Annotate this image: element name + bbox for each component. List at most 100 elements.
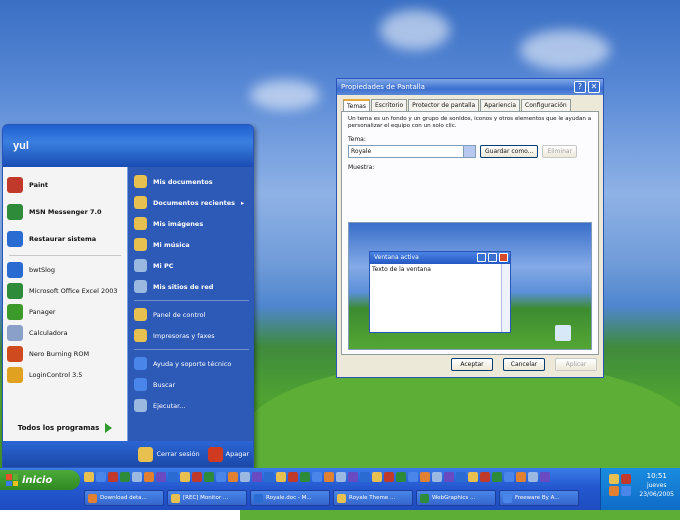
quick-launch-icon[interactable] (444, 472, 454, 482)
quick-launch-icon[interactable] (240, 472, 250, 482)
separator (9, 255, 121, 256)
start-menu-place-item[interactable]: Ayuda y soporte técnico (128, 353, 253, 374)
quick-launch-icon[interactable] (264, 472, 274, 482)
quick-launch-icon[interactable] (276, 472, 286, 482)
quick-launch-icon[interactable] (324, 472, 334, 482)
theme-select[interactable]: Royale (348, 145, 476, 158)
item-label: Paint (29, 180, 48, 189)
apply-button[interactable]: Aplicar (555, 358, 597, 371)
logoff-button[interactable]: Cerrar sesión (138, 446, 200, 462)
quick-launch-icon[interactable] (336, 472, 346, 482)
quick-launch-icon[interactable] (384, 472, 394, 482)
start-button[interactable]: inicio (0, 470, 80, 490)
tab-4[interactable]: Configuración (521, 99, 571, 111)
calculator-icon (7, 324, 23, 341)
start-menu-place-item[interactable]: Documentos recientes ▸ (128, 192, 253, 213)
tray-icon[interactable] (621, 474, 631, 484)
quick-launch-icon[interactable] (120, 472, 130, 482)
start-menu-recent-item[interactable]: bwtSlog (3, 259, 127, 280)
quick-launch-icon[interactable] (348, 472, 358, 482)
start-menu-place-item[interactable]: Mis sitios de red (128, 276, 253, 297)
quick-launch-icon[interactable] (516, 472, 526, 482)
taskbar-button[interactable]: WebGraphics ... (416, 490, 496, 506)
shutdown-button[interactable]: Apagar (207, 446, 249, 462)
ok-button[interactable]: Aceptar (451, 358, 493, 371)
delete-button[interactable]: Eliminar (542, 145, 578, 158)
item-label: LoginControl 3.5 (29, 370, 83, 379)
start-menu-place-item[interactable]: Mis documentos (128, 171, 253, 192)
start-menu-recent-item[interactable]: LoginControl 3.5 (3, 364, 127, 385)
start-menu-recent-item[interactable]: Calculadora (3, 322, 127, 343)
quick-launch-icon[interactable] (180, 472, 190, 482)
start-menu-place-item[interactable]: Mis imágenes (128, 213, 253, 234)
quick-launch-icon[interactable] (108, 472, 118, 482)
clock[interactable]: 10:51 jueves 23/06/2005 (639, 472, 674, 499)
item-label: Impresoras y faxes (153, 331, 215, 340)
quick-launch-icon[interactable] (288, 472, 298, 482)
taskbar-button[interactable]: Download deta... (84, 490, 164, 506)
start-menu-pinned-item[interactable]: Restaurar sistema (3, 225, 127, 252)
taskbar-button[interactable]: [REC] Monitor ... (167, 490, 247, 506)
start-menu-recent-item[interactable]: Panager (3, 301, 127, 322)
tab-3[interactable]: Apariencia (480, 99, 521, 111)
quick-launch-icon[interactable] (96, 472, 106, 482)
quick-launch-icon[interactable] (396, 472, 406, 482)
system-tray: 10:51 jueves 23/06/2005 (600, 468, 680, 510)
start-menu-place-item[interactable]: Impresoras y faxes (128, 325, 253, 346)
quick-launch-icon[interactable] (312, 472, 322, 482)
start-menu-pinned-item[interactable]: Paint (3, 171, 127, 198)
quick-launch-icon[interactable] (432, 472, 442, 482)
quick-launch-icon[interactable] (360, 472, 370, 482)
quick-launch-icon[interactable] (456, 472, 466, 482)
quick-launch-icon[interactable] (204, 472, 214, 482)
quick-launch-icon[interactable] (480, 472, 490, 482)
clock-day: jueves (646, 482, 667, 489)
quick-launch-icon[interactable] (156, 472, 166, 482)
start-menu-place-item[interactable]: Mi PC (128, 255, 253, 276)
taskbar-button[interactable]: Royale Theme ... (333, 490, 413, 506)
tray-icon[interactable] (609, 486, 619, 496)
taskbar-button[interactable]: Freeware By A... (499, 490, 579, 506)
quick-launch-icon[interactable] (540, 472, 550, 482)
tab-1[interactable]: Escritorio (370, 99, 408, 111)
quick-launch-icon[interactable] (504, 472, 514, 482)
save-as-button[interactable]: Guardar como... (480, 145, 539, 158)
quick-launch-icon[interactable] (216, 472, 226, 482)
quick-launch-icon[interactable] (300, 472, 310, 482)
tab-2[interactable]: Protector de pantalla (408, 99, 480, 111)
quick-launch-icon[interactable] (420, 472, 430, 482)
quick-launch-icon[interactable] (144, 472, 154, 482)
quick-launch-icon[interactable] (168, 472, 178, 482)
start-menu-place-item[interactable]: Panel de control (128, 304, 253, 325)
cancel-button[interactable]: Cancelar (503, 358, 545, 371)
quick-launch-icon[interactable] (528, 472, 538, 482)
all-programs-button[interactable]: Todos los programas (3, 417, 127, 439)
quick-launch-icon[interactable] (408, 472, 418, 482)
quick-launch-icon[interactable] (228, 472, 238, 482)
theme-description: Un tema es un fondo y un grupo de sonido… (348, 116, 592, 129)
start-menu-recent-item[interactable]: Nero Burning ROM (3, 343, 127, 364)
quick-launch-icon[interactable] (372, 472, 382, 482)
help-button[interactable]: ? (574, 81, 586, 93)
start-menu-recent-item[interactable]: Microsoft Office Excel 2003 (3, 280, 127, 301)
restore-icon (7, 230, 23, 247)
start-menu-pinned-item[interactable]: MSN Messenger 7.0 (3, 198, 127, 225)
recycle-bin-icon (555, 325, 571, 341)
sample-window-titlebar: Ventana activa (370, 252, 510, 264)
quick-launch-icon[interactable] (192, 472, 202, 482)
close-button[interactable]: ✕ (588, 81, 600, 93)
tray-icon[interactable] (621, 486, 631, 496)
folder-icon (134, 238, 147, 251)
start-menu-place-item[interactable]: Ejecutar... (128, 395, 253, 416)
tray-icon[interactable] (609, 474, 619, 484)
chevron-down-icon[interactable] (463, 146, 475, 157)
quick-launch-icon[interactable] (468, 472, 478, 482)
taskbar: inicio Download deta... [REC] Monitor ...… (0, 468, 680, 510)
start-menu-place-item[interactable]: Mi música (128, 234, 253, 255)
quick-launch-icon[interactable] (132, 472, 142, 482)
quick-launch-icon[interactable] (84, 472, 94, 482)
taskbar-button[interactable]: Royale.doc - M... (250, 490, 330, 506)
start-menu-place-item[interactable]: Buscar (128, 374, 253, 395)
quick-launch-icon[interactable] (252, 472, 262, 482)
quick-launch-icon[interactable] (492, 472, 502, 482)
